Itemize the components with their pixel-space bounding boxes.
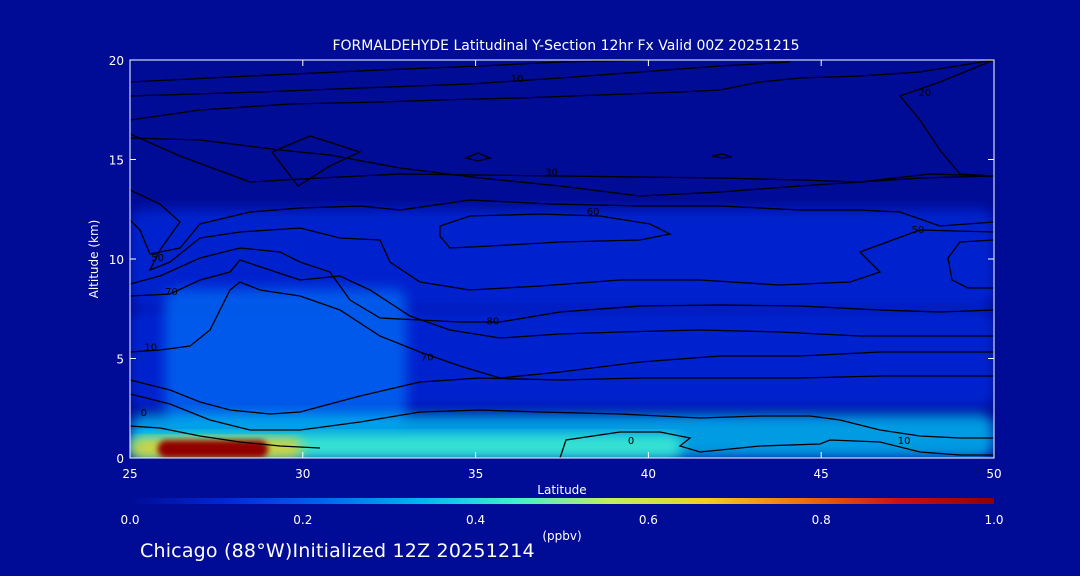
colorbar-ramp (130, 498, 994, 504)
contour-label: 30 (545, 167, 558, 178)
contour-label: 80 (487, 317, 500, 328)
y-tick-label: 15 (109, 154, 124, 168)
contour-label: 50 (912, 225, 925, 236)
colorbar-ticks: 0.0 0.2 0.4 0.6 0.8 1.0 (120, 513, 1003, 527)
colorbar-tick-label: 1.0 (984, 513, 1003, 527)
y-axis-label: Altitude (km) (87, 220, 101, 299)
chart-canvas: FORMALDEHYDE Latitudinal Y-Section 12hr … (87, 38, 1004, 543)
contour-label: 70 (421, 352, 434, 363)
x-axis-label: Latitude (537, 483, 586, 497)
contour-label: 70 (165, 287, 178, 298)
colorbar-tick-label: 0.6 (639, 513, 658, 527)
contour-label: 0 (628, 436, 634, 447)
colorbar-tick-label: 0.0 (120, 513, 139, 527)
contour-label: 20 (919, 88, 932, 99)
contour-label: 10 (144, 343, 157, 354)
contour-label: 10 (898, 436, 911, 447)
colorbar-unit-label: (ppbv) (542, 529, 581, 543)
plot-area: 10 20 30 60 50 50 70 80 10 70 10 0 0 (129, 59, 995, 459)
footer-init-text: Chicago (88°W)Initialized 12Z 20251214 (140, 540, 535, 562)
y-tick-label: 0 (116, 452, 124, 466)
y-tick-label: 5 (116, 353, 124, 367)
colorbar-tick-label: 0.2 (293, 513, 312, 527)
contour-label: 50 (151, 253, 164, 264)
x-tick-label: 25 (122, 467, 137, 481)
x-tick-label: 45 (814, 467, 829, 481)
y-tick-label: 10 (109, 253, 124, 267)
x-tick-label: 35 (468, 467, 483, 481)
contour-label: 60 (587, 207, 600, 218)
x-tick-label: 30 (295, 467, 310, 481)
contour-label: 10 (511, 74, 524, 85)
colorbar-tick-label: 0.4 (466, 513, 485, 527)
concentration-region (164, 288, 407, 429)
contour-label: 0 (141, 408, 147, 419)
x-tick-label: 50 (986, 467, 1001, 481)
colorbar: 0.0 0.2 0.4 0.6 0.8 1.0 (ppbv) (120, 498, 1004, 543)
y-tick-label: 20 (109, 54, 124, 68)
x-tick-label: 40 (641, 467, 656, 481)
colorbar-tick-label: 0.8 (812, 513, 831, 527)
chart-title: FORMALDEHYDE Latitudinal Y-Section 12hr … (332, 38, 799, 54)
